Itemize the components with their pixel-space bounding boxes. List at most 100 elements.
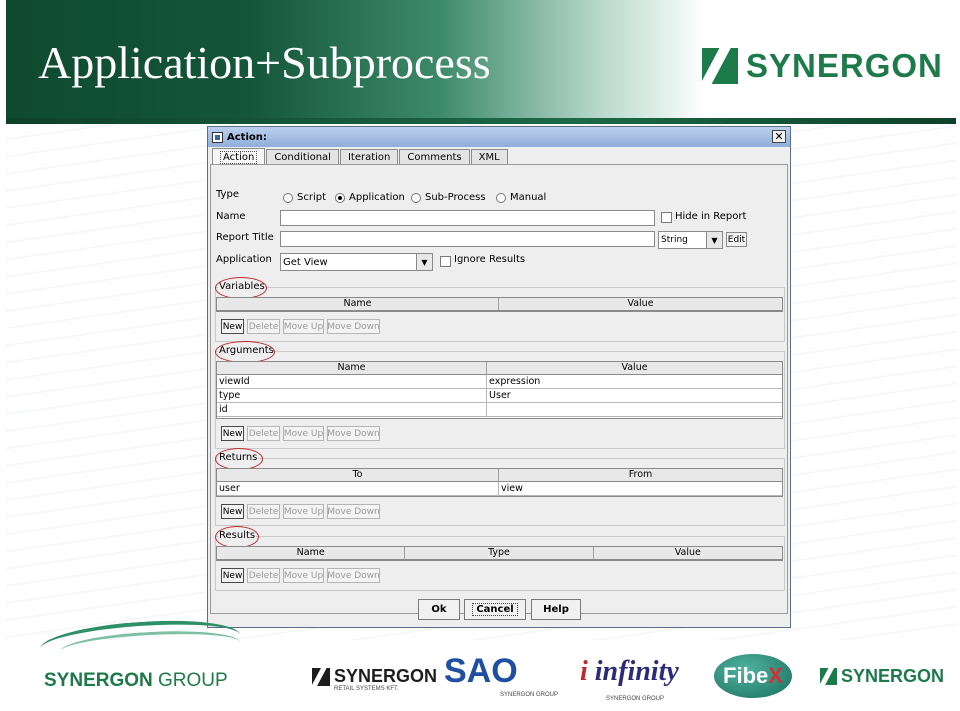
arguments-new-button[interactable]: New: [221, 426, 244, 441]
table-cell[interactable]: viewId: [217, 375, 488, 388]
returns-table-header: To From: [217, 469, 782, 482]
results-move-down-button[interactable]: Move Down: [327, 568, 380, 583]
results-delete-button[interactable]: Delete: [247, 568, 280, 583]
column-header-type[interactable]: Type: [405, 547, 594, 559]
table-cell[interactable]: [487, 403, 782, 416]
hide-in-report-checkbox[interactable]: [661, 212, 672, 223]
sao-sub: SYNERGON GROUP: [500, 692, 559, 698]
synergon-mark-icon: [312, 667, 330, 686]
edit-button[interactable]: Edit: [726, 232, 747, 247]
name-field[interactable]: [280, 210, 655, 226]
results-table: Name Type Value: [216, 546, 783, 561]
tab-conditional[interactable]: Conditional: [266, 149, 339, 165]
results-table-header: Name Type Value: [217, 547, 782, 560]
table-cell[interactable]: expression: [487, 375, 782, 388]
tab-iteration[interactable]: Iteration: [339, 149, 399, 165]
report-title-format-select[interactable]: String ▼: [658, 231, 723, 249]
tab-xml[interactable]: XML: [470, 149, 508, 165]
table-cell[interactable]: type: [217, 389, 488, 402]
tab-comments-label: Comments: [407, 152, 462, 163]
tab-xml-label: XML: [478, 152, 500, 163]
dialog-title: Action:: [227, 131, 267, 143]
report-title-format-value: String: [661, 235, 688, 245]
footer-logos: SYNERGON GROUP SYNERGON RETAIL SYSTEMS K…: [0, 615, 960, 711]
variables-move-up-button[interactable]: Move Up: [283, 319, 324, 334]
table-row[interactable]: user view: [217, 482, 782, 496]
application-select[interactable]: Get View ▼: [280, 253, 433, 271]
synergon-logo-mark-icon: [702, 48, 738, 84]
tab-action[interactable]: Action: [212, 148, 266, 165]
report-title-field[interactable]: [280, 231, 655, 247]
table-cell[interactable]: view: [499, 482, 782, 495]
column-header-value[interactable]: Value: [487, 362, 782, 374]
returns-table: To From user view: [216, 468, 783, 497]
table-row[interactable]: type User: [217, 389, 782, 403]
type-script-label[interactable]: Script: [297, 192, 326, 203]
table-cell[interactable]: id: [217, 403, 488, 416]
table-cell[interactable]: User: [487, 389, 782, 402]
slide-title: Application+Subprocess: [38, 37, 491, 88]
close-button[interactable]: ✕: [772, 130, 786, 143]
table-row[interactable]: viewId expression: [217, 375, 782, 389]
help-button[interactable]: Help: [531, 599, 581, 620]
synergon-retail-logo: SYNERGON RETAIL SYSTEMS KFT.: [312, 666, 438, 692]
chevron-down-icon[interactable]: ▼: [706, 232, 722, 248]
infinity-word: infinity: [594, 656, 679, 687]
action-dialog: Action: ✕ Action Conditional Iteration C…: [207, 126, 791, 628]
column-header-value[interactable]: Value: [594, 547, 782, 559]
table-cell[interactable]: user: [217, 482, 499, 495]
cancel-button-label: Cancel: [472, 603, 518, 616]
synergon-logo: SYNERGON: [702, 46, 943, 86]
returns-delete-button[interactable]: Delete: [247, 504, 280, 519]
arguments-move-down-button[interactable]: Move Down: [327, 426, 380, 441]
table-row[interactable]: id: [217, 403, 782, 417]
variables-new-button[interactable]: New: [221, 319, 244, 334]
returns-move-down-button[interactable]: Move Down: [327, 504, 380, 519]
ignore-results-checkbox[interactable]: [440, 256, 451, 267]
type-label: Type: [216, 189, 239, 200]
ok-button[interactable]: Ok: [418, 599, 460, 620]
results-move-up-button[interactable]: Move Up: [283, 568, 324, 583]
type-subprocess-radio[interactable]: [411, 193, 421, 203]
arguments-move-up-button[interactable]: Move Up: [283, 426, 324, 441]
type-subprocess-label[interactable]: Sub-Process: [425, 192, 486, 203]
returns-new-button[interactable]: New: [221, 504, 244, 519]
help-button-label: Help: [543, 604, 569, 615]
column-header-name[interactable]: Name: [217, 547, 406, 559]
application-label: Application: [216, 254, 272, 265]
ignore-results-label[interactable]: Ignore Results: [454, 254, 525, 265]
action-panel: Type Script Application Sub-Process Manu…: [210, 164, 788, 614]
synergon-group-suffix: GROUP: [158, 670, 228, 691]
variables-delete-button[interactable]: Delete: [247, 319, 280, 334]
column-header-value[interactable]: Value: [499, 298, 782, 310]
column-header-name[interactable]: Name: [217, 298, 499, 310]
column-header-to[interactable]: To: [217, 469, 499, 481]
tab-iteration-label: Iteration: [347, 152, 391, 163]
infinity-logo: i infinity SYNERGON GROUP: [580, 656, 679, 702]
type-manual-radio[interactable]: [496, 193, 506, 203]
chevron-down-icon[interactable]: ▼: [416, 254, 432, 270]
ok-button-label: Ok: [431, 604, 447, 615]
column-header-name[interactable]: Name: [217, 362, 488, 374]
synergon-group-logo: SYNERGON GROUP: [44, 670, 228, 692]
results-new-button[interactable]: New: [221, 568, 244, 583]
tab-comments[interactable]: Comments: [399, 149, 470, 165]
tab-conditional-label: Conditional: [274, 152, 331, 163]
synergon-group-word: SYNERGON: [44, 670, 153, 691]
fibex-logo: Fibe X: [714, 654, 792, 698]
fibex-word: Fibe: [723, 663, 769, 688]
hide-in-report-label[interactable]: Hide in Report: [675, 211, 746, 222]
slide-header: Application+Subprocess SYNERGON: [0, 0, 960, 124]
column-header-from[interactable]: From: [499, 469, 782, 481]
type-application-radio[interactable]: [335, 193, 345, 203]
type-script-radio[interactable]: [283, 193, 293, 203]
type-manual-label[interactable]: Manual: [510, 192, 546, 203]
synergon-retail-word: SYNERGON: [334, 666, 438, 686]
type-application-label[interactable]: Application: [349, 192, 405, 203]
variables-move-down-button[interactable]: Move Down: [327, 319, 380, 334]
returns-move-up-button[interactable]: Move Up: [283, 504, 324, 519]
cancel-button[interactable]: Cancel: [464, 599, 526, 620]
dialog-titlebar[interactable]: Action: ✕: [208, 127, 790, 147]
results-highlight: [215, 526, 259, 548]
arguments-delete-button[interactable]: Delete: [247, 426, 280, 441]
